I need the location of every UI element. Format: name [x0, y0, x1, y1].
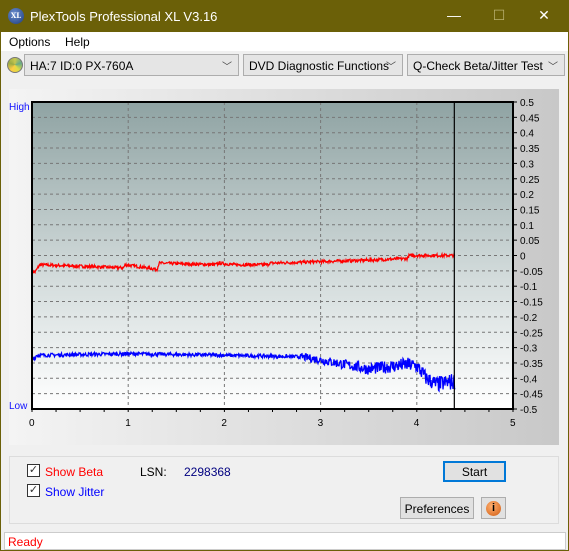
x-tick-label: 5: [510, 418, 516, 429]
y-tick-label: 0.1: [520, 221, 534, 232]
menu-help[interactable]: Help: [65, 35, 90, 49]
y-tick-label: 0.5: [520, 98, 534, 109]
preferences-button[interactable]: Preferences: [400, 497, 474, 519]
y-tick-label: 0.15: [520, 205, 540, 216]
menu-bar: Options Help: [1, 32, 568, 51]
chevron-down-icon: ﹀: [548, 62, 558, 73]
test-value: Q-Check Beta/Jitter Test: [413, 59, 543, 73]
toolbar: HA:7 ID:0 PX-760A ﹀ DVD Diagnostic Functi…: [1, 51, 568, 80]
window-title: PlexTools Professional XL V3.16: [30, 9, 218, 24]
y-tick-label: -0.15: [520, 298, 543, 309]
y-tick-label: -0.25: [520, 328, 543, 339]
title-bar: XL PlexTools Professional XL V3.16 — ☐ ✕: [1, 1, 568, 32]
drive-select[interactable]: HA:7 ID:0 PX-760A ﹀: [24, 54, 239, 76]
show-jitter-label[interactable]: Show Jitter: [45, 485, 104, 499]
y-tick-label: -0.1: [520, 282, 538, 293]
chevron-down-icon: ﹀: [386, 62, 396, 73]
drive-value: HA:7 ID:0 PX-760A: [30, 59, 134, 73]
y-tick-label: 0: [520, 252, 526, 263]
chevron-down-icon: ﹀: [222, 62, 232, 73]
y-tick-label: -0.3: [520, 344, 538, 355]
lsn-label: LSN:: [140, 465, 167, 479]
app-logo-icon: XL: [8, 8, 24, 24]
x-tick-label: 1: [125, 418, 131, 429]
test-select[interactable]: Q-Check Beta/Jitter Test ﹀: [407, 54, 565, 76]
y-tick-label: -0.45: [520, 390, 543, 401]
y-tick-label: 0.3: [520, 159, 534, 170]
y-tick-label: -0.35: [520, 359, 543, 370]
close-button[interactable]: ✕: [534, 7, 554, 24]
controls-panel: ✓ Show Beta ✓ Show Jitter LSN: 2298368 S…: [9, 456, 559, 524]
x-tick-label: 0: [29, 418, 35, 429]
disc-icon: [7, 57, 23, 73]
y-tick-label: -0.5: [520, 405, 538, 416]
y-tick-label: 0.05: [520, 236, 540, 247]
chart-panel: High Low 0.5 0.45 0.4 0.35 0.3 0.25 0.2 0.15 0.1…: [9, 89, 559, 445]
show-jitter-checkbox[interactable]: ✓: [27, 484, 40, 497]
x-tick-label: 4: [414, 418, 420, 429]
lsn-value: 2298368: [184, 465, 231, 479]
y-tick-label: 0.35: [520, 144, 540, 155]
function-value: DVD Diagnostic Functions: [249, 59, 390, 73]
function-select[interactable]: DVD Diagnostic Functions ﹀: [243, 54, 403, 76]
start-button[interactable]: Start: [443, 461, 506, 482]
info-icon: i: [486, 501, 501, 516]
y-tick-label: -0.2: [520, 313, 538, 324]
y-tick-label: 0.45: [520, 113, 540, 124]
x-tick-label: 2: [221, 418, 227, 429]
show-beta-label[interactable]: Show Beta: [45, 465, 103, 479]
x-tick-label: 3: [318, 418, 324, 429]
status-bar: Ready: [4, 532, 566, 550]
minimize-button[interactable]: —: [444, 7, 464, 23]
y-tick-label: 0.25: [520, 175, 540, 186]
y-tick-label: 0.4: [520, 129, 534, 140]
maximize-button[interactable]: ☐: [489, 7, 509, 24]
y-tick-label: -0.05: [520, 267, 543, 278]
y-tick-label: 0.2: [520, 190, 534, 201]
info-button[interactable]: i: [481, 497, 506, 519]
y-tick-label: -0.4: [520, 374, 538, 385]
menu-options[interactable]: Options: [9, 35, 50, 49]
beta-jitter-chart: 0.5 0.45 0.4 0.35 0.3 0.25 0.2 0.15 0.1 0.05 0 -0.0…: [29, 98, 543, 429]
show-beta-checkbox[interactable]: ✓: [27, 464, 40, 477]
